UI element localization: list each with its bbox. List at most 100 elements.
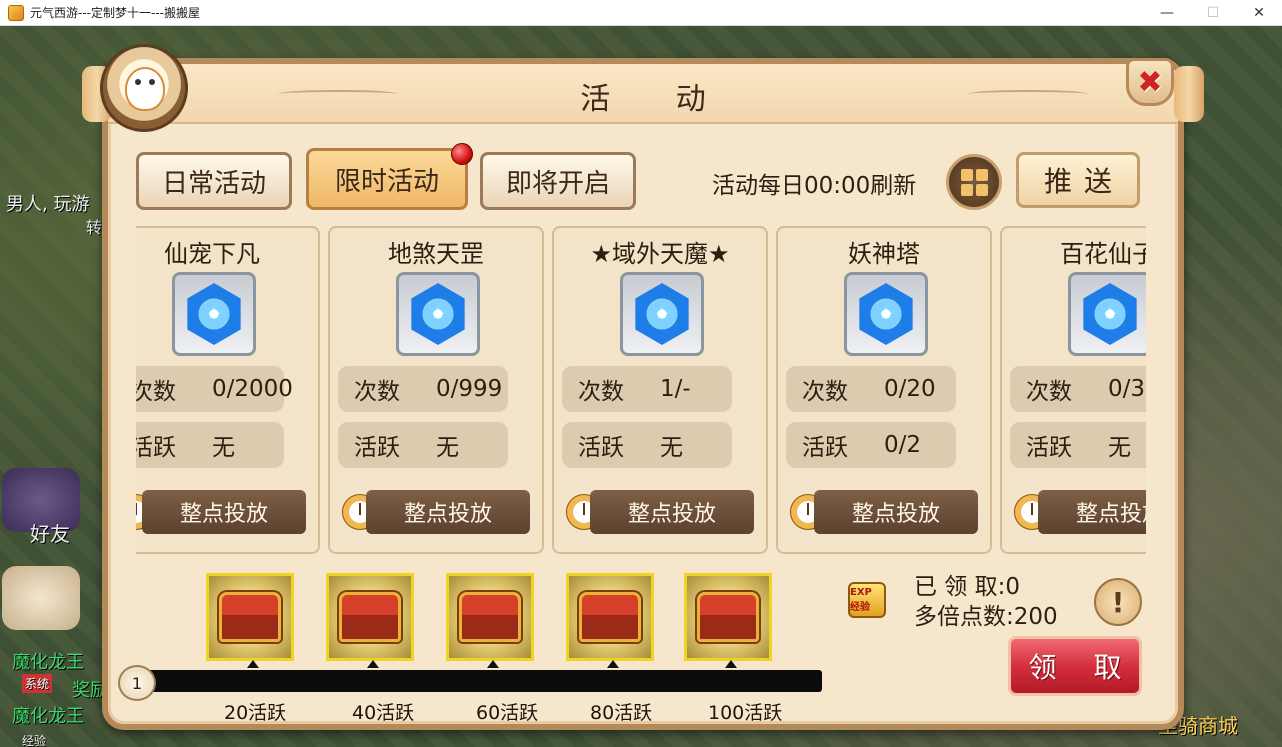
claimed-count: 已 领 取:0 [914, 574, 1021, 600]
activity-card[interactable]: 百花仙子 ✦ 次数 0/3 活跃 无 整点投放 [1000, 226, 1146, 554]
notification-dot-icon [451, 143, 473, 165]
hourly-drop-button[interactable]: 整点投放 [1038, 490, 1146, 534]
reward-chest-40[interactable] [326, 573, 414, 668]
milestone-pointer-icon [487, 660, 499, 668]
dialog-header: 活 动 [82, 64, 1204, 124]
count-row: 次数 1/- [562, 366, 732, 412]
window-controls: — ☐ ✕ [1144, 0, 1282, 26]
scroll-ornament-right [1174, 66, 1204, 122]
active-row: 活跃 0/2 [786, 422, 956, 468]
active-label: 活跃 [802, 435, 848, 461]
minimize-button[interactable]: — [1144, 0, 1190, 26]
reward-gem-frame[interactable]: ✦ [1068, 272, 1146, 356]
close-window-button[interactable]: ✕ [1236, 0, 1282, 26]
blue-gem-icon: ✦ [859, 283, 913, 345]
activity-title: ★域外天魔★ [590, 240, 730, 268]
count-value: 0/20 [884, 376, 936, 402]
count-label: 次数 [354, 379, 400, 405]
milestone-pointer-icon [247, 660, 259, 668]
reward-chest-60[interactable] [446, 573, 534, 668]
reward-gem-frame[interactable]: ✦ [844, 272, 928, 356]
activity-title: 妖神塔 [848, 240, 920, 268]
hourly-drop-button[interactable]: 整点投放 [590, 490, 754, 534]
claim-info: 已 领 取:0 多倍点数:200 [914, 572, 1058, 632]
app-icon [8, 4, 24, 21]
chat-bubble-icon[interactable] [2, 566, 80, 630]
active-label: 活跃 [136, 435, 176, 461]
activity-card[interactable]: 地煞天罡 ✦ 次数 0/999 活跃 无 整点投放 [328, 226, 544, 554]
active-value: 无 [1108, 435, 1131, 461]
active-row: 活跃 无 [338, 422, 508, 468]
milestone-pointer-icon [607, 660, 619, 668]
activity-progress-bar [140, 670, 822, 692]
count-row: 次数 0/2000 [136, 366, 293, 412]
active-value: 无 [212, 435, 235, 461]
reward-gem-frame[interactable]: ✦ [172, 272, 256, 356]
tab-limited-label: 限时活动 [334, 166, 439, 197]
milestone-label: 60活跃 [476, 702, 539, 724]
tab-daily-activities[interactable]: 日常活动 [136, 152, 292, 210]
activity-card[interactable]: 仙宠下凡 ✦ 次数 0/2000 活跃 无 整点投放 [136, 226, 320, 554]
count-row: 次数 0/999 [338, 366, 508, 412]
window-title: 元气西游---定制梦十一---搬搬屋 [30, 6, 200, 20]
count-row: 次数 0/20 [786, 366, 956, 412]
reward-gem-frame[interactable]: ✦ [620, 272, 704, 356]
active-label: 活跃 [1026, 435, 1072, 461]
active-label: 活跃 [578, 435, 624, 461]
blue-gem-icon: ✦ [411, 283, 465, 345]
push-button[interactable]: 推送 [1016, 152, 1140, 208]
hourly-drop-button[interactable]: 整点投放 [366, 490, 530, 534]
dialog-title: 活 动 [580, 82, 734, 117]
tab-upcoming-activities[interactable]: 即将开启 [480, 152, 636, 210]
mascot-face-icon [125, 67, 165, 111]
activity-card[interactable]: ★域外天魔★ ✦ 次数 1/- 活跃 无 整点投放 [552, 226, 768, 554]
chat-channel-1: 魔化龙王 [12, 652, 84, 673]
activity-card[interactable]: 妖神塔 ✦ 次数 0/20 活跃 0/2 整点投放 [776, 226, 992, 554]
reward-chest-20[interactable] [206, 573, 294, 668]
milestone-label: 100活跃 [708, 702, 783, 724]
refresh-notice: 活动每日00:00刷新 [712, 173, 917, 199]
activity-list[interactable]: 仙宠下凡 ✦ 次数 0/2000 活跃 无 整点投放 地煞天罡 ✦ 次数 0/999 … [136, 224, 1146, 558]
claim-button[interactable]: 领 取 [1008, 636, 1142, 696]
active-value: 无 [436, 435, 459, 461]
help-icon[interactable]: ! [1094, 578, 1142, 626]
milestone-pointer-icon [725, 660, 737, 668]
activity-title: 百花仙子 [1060, 240, 1146, 268]
count-label: 次数 [802, 379, 848, 405]
close-dialog-button[interactable]: ✖ [1126, 58, 1174, 106]
tab-limited-activities[interactable]: 限时活动 [306, 143, 473, 210]
multiplier-points: 多倍点数:200 [914, 604, 1058, 630]
active-row: 活跃 无 [136, 422, 284, 468]
reward-gem-frame[interactable]: ✦ [396, 272, 480, 356]
count-value: 0/3 [1108, 376, 1146, 402]
count-value: 1/- [660, 376, 691, 402]
count-row: 次数 0/3 [1010, 366, 1146, 412]
system-tag: 系统 [22, 674, 53, 693]
treasure-chest-icon [219, 592, 281, 642]
maximize-button[interactable]: ☐ [1190, 0, 1236, 26]
treasure-chest-icon [339, 592, 401, 642]
activity-emblem-icon [100, 44, 188, 132]
blue-gem-icon: ✦ [1083, 283, 1137, 345]
chat-channel-3: 魔化龙王 [12, 706, 84, 727]
reward-chest-80[interactable] [566, 573, 654, 668]
window-titlebar: 元气西游---定制梦十一---搬搬屋 — ☐ ✕ [0, 0, 1282, 26]
active-label: 活跃 [354, 435, 400, 461]
count-value: 0/999 [436, 376, 503, 402]
count-label: 次数 [136, 379, 176, 405]
grid-menu-icon[interactable] [946, 154, 1002, 210]
exp-icon: EXP 经验 [848, 582, 886, 618]
milestone-label: 20活跃 [224, 702, 287, 724]
blue-gem-icon: ✦ [635, 283, 689, 345]
active-row: 活跃 无 [1010, 422, 1146, 468]
treasure-chest-icon [459, 592, 521, 642]
hourly-drop-button[interactable]: 整点投放 [142, 490, 306, 534]
hourly-drop-button[interactable]: 整点投放 [814, 490, 978, 534]
treasure-chest-icon [697, 592, 759, 642]
reward-chest-100[interactable] [684, 573, 772, 668]
milestone-label: 80活跃 [590, 702, 653, 724]
friend-label[interactable]: 好友 [30, 518, 70, 547]
milestone-label: 40活跃 [352, 702, 415, 724]
activity-title: 地煞天罡 [388, 240, 484, 268]
active-value: 无 [660, 435, 683, 461]
